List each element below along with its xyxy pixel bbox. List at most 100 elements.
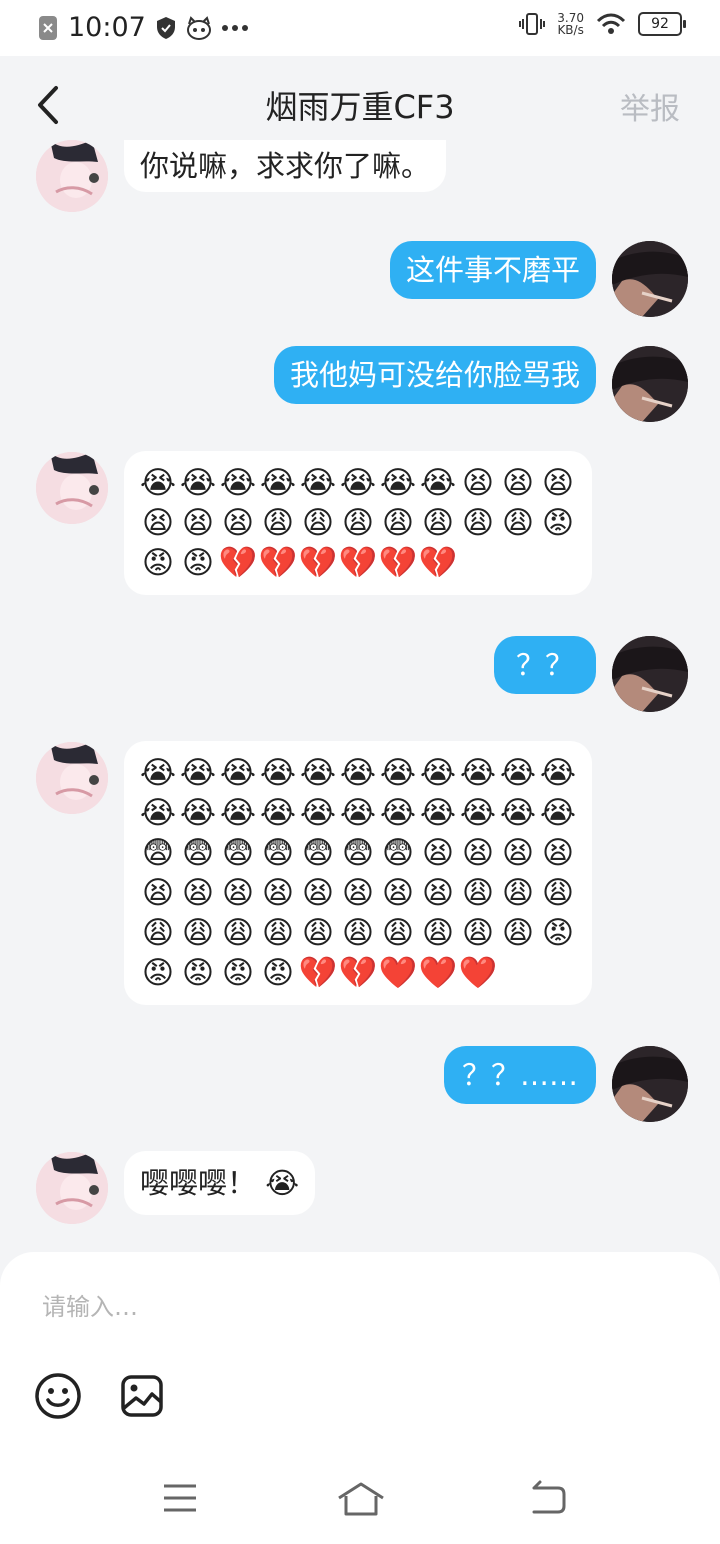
emoji: 😭 <box>379 795 417 831</box>
emoji: 😫 <box>301 875 335 911</box>
emoji: 😭 <box>139 795 177 831</box>
my-avatar[interactable] <box>612 636 688 712</box>
emoji-message-bubble[interactable]: 😭 😭 😭 😭 😭 😭 😭 😭 😭 😭 😭 😭 😭 😭 😭 😭 😭 😭 😭 😭 😭 😭 😨 😨 😨 😨 😨 😨 😨 😫 😫 😫 😫 😫 😫 😫 😫 😫 😫 😫… <box>124 741 592 1005</box>
emoji: 😫 <box>141 875 175 911</box>
message-bubble[interactable]: 嘤嘤嘤！ 😭 <box>124 1151 316 1215</box>
emoji: 😩 <box>421 505 455 541</box>
emoji: 😡 <box>221 955 255 991</box>
vibrate-icon <box>519 13 546 35</box>
emoji: 😡 <box>541 505 575 541</box>
emoji: ❤️ <box>458 955 498 991</box>
emoji: 😡 <box>181 545 215 581</box>
network-speed: 3.70 KB/s <box>557 12 584 36</box>
emoji: 😭 <box>139 465 177 501</box>
battery-icon: 92 <box>638 12 686 36</box>
emoji: 😫 <box>501 465 535 501</box>
emoji: 😭 <box>419 795 457 831</box>
emoji: 😩 <box>341 915 375 951</box>
message-bubble[interactable]: 你说嘛，求求你了嘛。 <box>124 140 447 192</box>
contact-avatar[interactable] <box>36 140 108 212</box>
emoji: 😩 <box>501 505 535 541</box>
emoji: 😭 <box>179 755 217 791</box>
emoji: 😨 <box>341 835 375 871</box>
emoji: 😭 <box>299 755 337 791</box>
emoji: 😩 <box>461 915 495 951</box>
emoji: 😫 <box>181 875 215 911</box>
emoji: 😭 <box>339 465 377 501</box>
wifi-icon <box>596 13 626 34</box>
emoji: 😫 <box>341 875 375 911</box>
emoji: 😩 <box>421 915 455 951</box>
contact-avatar[interactable] <box>36 742 108 814</box>
message-bubble[interactable]: ？？ <box>493 636 596 694</box>
avatar-image <box>612 346 688 422</box>
emoji: 😩 <box>381 915 415 951</box>
emoji: 😭 <box>379 465 417 501</box>
emoji: 😫 <box>181 505 215 541</box>
emoji: 😭 <box>179 795 217 831</box>
emoji-grid: 😭 😭 😭 😭 😭 😭 😭 😭 😭 😭 😭 😭 😭 😭 😭 😭 😭 😭 😭 😭 😭 😭 😨 😨 😨 😨 😨 😨 😨 😫 😫 😫 😫 😫 😫 😫 😫 😫 😫 😫… <box>124 741 592 1005</box>
emoji: 😭 <box>259 795 297 831</box>
emoji: 💔 <box>378 545 418 581</box>
back-icon[interactable] <box>528 1478 568 1518</box>
emoji: 😭 <box>219 755 257 791</box>
emoji: 💔 <box>218 545 258 581</box>
more-dots-icon <box>221 24 248 31</box>
emoji: 😭 <box>299 795 337 831</box>
emoji: 😩 <box>301 505 335 541</box>
emoji: 😭 <box>499 795 537 831</box>
smiley-icon[interactable] <box>34 1372 82 1420</box>
emoji: 😨 <box>381 835 415 871</box>
image-icon[interactable] <box>120 1374 164 1418</box>
emoji: 😭 <box>459 755 497 791</box>
my-avatar[interactable] <box>612 241 688 317</box>
message-input[interactable] <box>40 1284 684 1330</box>
message-bubble[interactable]: 我他妈可没给你脸骂我 <box>273 346 596 404</box>
emoji: 😭 <box>339 755 377 791</box>
emoji: 😭 <box>179 465 217 501</box>
emoji: 😭 <box>419 755 457 791</box>
message-list[interactable]: 你说嘛，求求你了嘛。 这件事不磨平 我他妈可没给你脸骂我 😭😭😭😭� <box>0 140 720 1250</box>
notification-close-icon <box>39 15 57 40</box>
emoji: 😡 <box>261 955 295 991</box>
my-avatar[interactable] <box>612 1046 688 1122</box>
emoji: 😫 <box>461 465 495 501</box>
emoji: 😭 <box>139 755 177 791</box>
emoji: 😩 <box>501 915 535 951</box>
status-bar: 10:07 3.70 KB/s 92 <box>0 0 720 56</box>
status-left: 10:07 <box>38 12 248 43</box>
emoji: 😨 <box>181 835 215 871</box>
home-icon[interactable] <box>336 1478 386 1518</box>
emoji: 😡 <box>541 915 575 951</box>
system-nav-bar <box>0 1462 720 1542</box>
emoji: 😫 <box>461 835 495 871</box>
emoji: 😫 <box>541 835 575 871</box>
contact-avatar[interactable] <box>36 1152 108 1224</box>
emoji: 😭 <box>219 465 257 501</box>
emoji: 😡 <box>141 545 175 581</box>
message-bubble[interactable]: ？？…… <box>443 1046 596 1104</box>
emoji: 😭 <box>299 465 337 501</box>
my-avatar[interactable] <box>612 346 688 422</box>
emoji: 💔 <box>338 955 378 991</box>
emoji: 💔 <box>298 955 338 991</box>
emoji: 😭 <box>539 795 577 831</box>
report-button[interactable]: 举报 <box>620 84 680 128</box>
emoji: 😭 <box>219 795 257 831</box>
emoji: 😩 <box>461 505 495 541</box>
emoji: 😩 <box>261 915 295 951</box>
emoji: 😩 <box>301 915 335 951</box>
contact-avatar[interactable] <box>36 452 108 524</box>
avatar-image <box>36 452 108 524</box>
menu-icon[interactable] <box>160 1478 200 1518</box>
page-title: 烟雨万重CF3 <box>265 88 455 126</box>
message-bubble[interactable]: 这件事不磨平 <box>389 241 596 299</box>
avatar-image <box>612 241 688 317</box>
emoji: 😭 <box>379 755 417 791</box>
emoji: 😭 <box>539 755 577 791</box>
emoji-message-bubble[interactable]: 😭 😭 😭 😭 😭 😭 😭 😭 😫 😫 😫 😫 😫 😫 😩 😩 😩 😩 😩 😩 😩 😡 😡 😡 💔 💔 💔 💔 💔 💔 <box>124 451 592 595</box>
emoji: 😩 <box>541 875 575 911</box>
mascot-icon <box>186 15 211 40</box>
emoji: 😫 <box>541 465 575 501</box>
emoji: 💔 <box>258 545 298 581</box>
